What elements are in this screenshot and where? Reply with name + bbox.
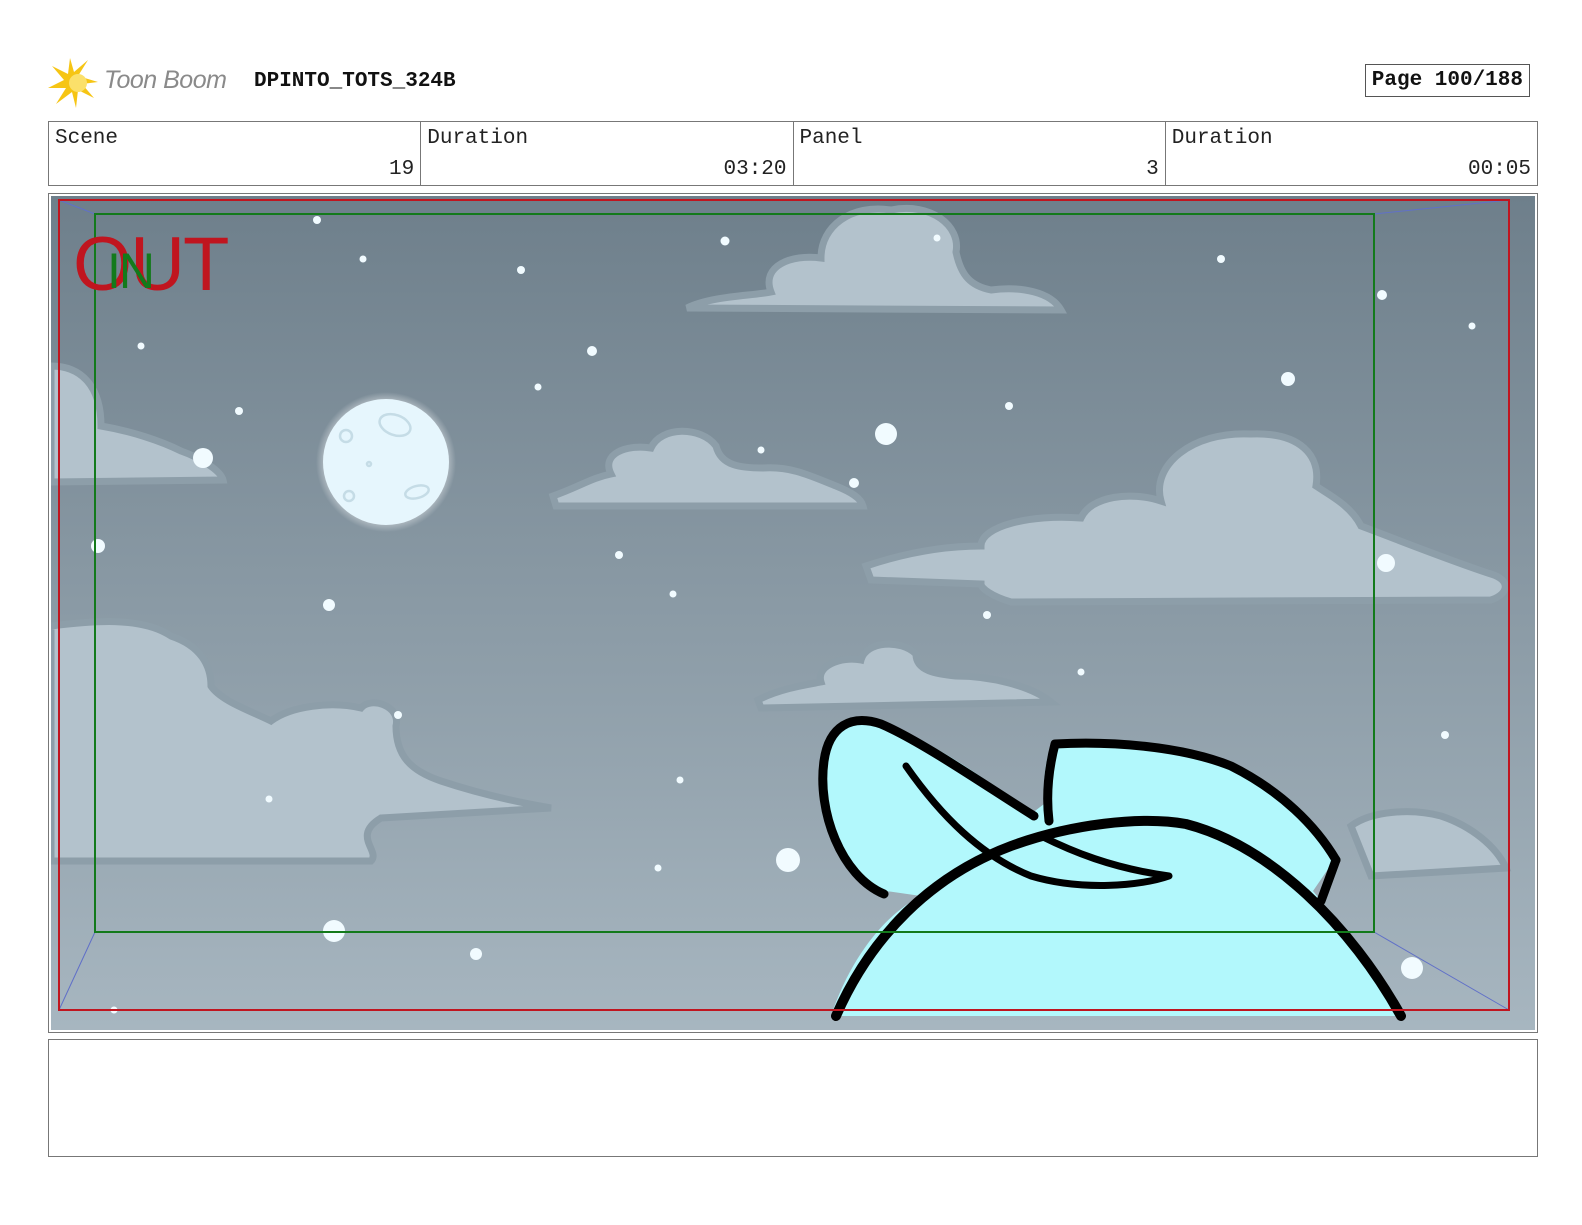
star-burst-icon	[48, 58, 98, 108]
project-title: DPINTO_TOTS_324B	[254, 70, 456, 93]
panel-value: 3	[1146, 158, 1159, 181]
scene-value: 19	[389, 158, 415, 181]
panel-duration-cell: Duration 00:05	[1166, 122, 1537, 185]
storyboard-panel: OUT IN	[48, 193, 1538, 1033]
scene-info-row: Scene 19 Duration 03:20 Panel 3 Duration…	[48, 121, 1538, 186]
panel-artwork: OUT IN	[51, 196, 1535, 1030]
scene-duration-value: 03:20	[723, 158, 787, 181]
in-frame-label: IN	[107, 243, 153, 299]
scene-label: Scene	[55, 127, 119, 150]
panel-duration-label: Duration	[1171, 127, 1273, 150]
scene-cell: Scene 19	[49, 122, 422, 185]
page-indicator: Page 100/188	[1364, 64, 1530, 97]
panel-duration-value: 00:05	[1467, 158, 1531, 181]
toon-boom-logo: Toon Boom	[48, 56, 248, 108]
storyboard-header: Toon Boom DPINTO_TOTS_324B Page 100/188	[48, 56, 1538, 108]
panel-cell: Panel 3	[794, 122, 1166, 185]
moon	[316, 392, 456, 532]
scene-duration-label: Duration	[427, 127, 529, 150]
logo-text: Toon Boom	[104, 66, 227, 94]
panel-label: Panel	[799, 127, 863, 150]
scene-duration-cell: Duration 03:20	[421, 122, 794, 185]
panel-notes-box[interactable]	[48, 1039, 1538, 1157]
